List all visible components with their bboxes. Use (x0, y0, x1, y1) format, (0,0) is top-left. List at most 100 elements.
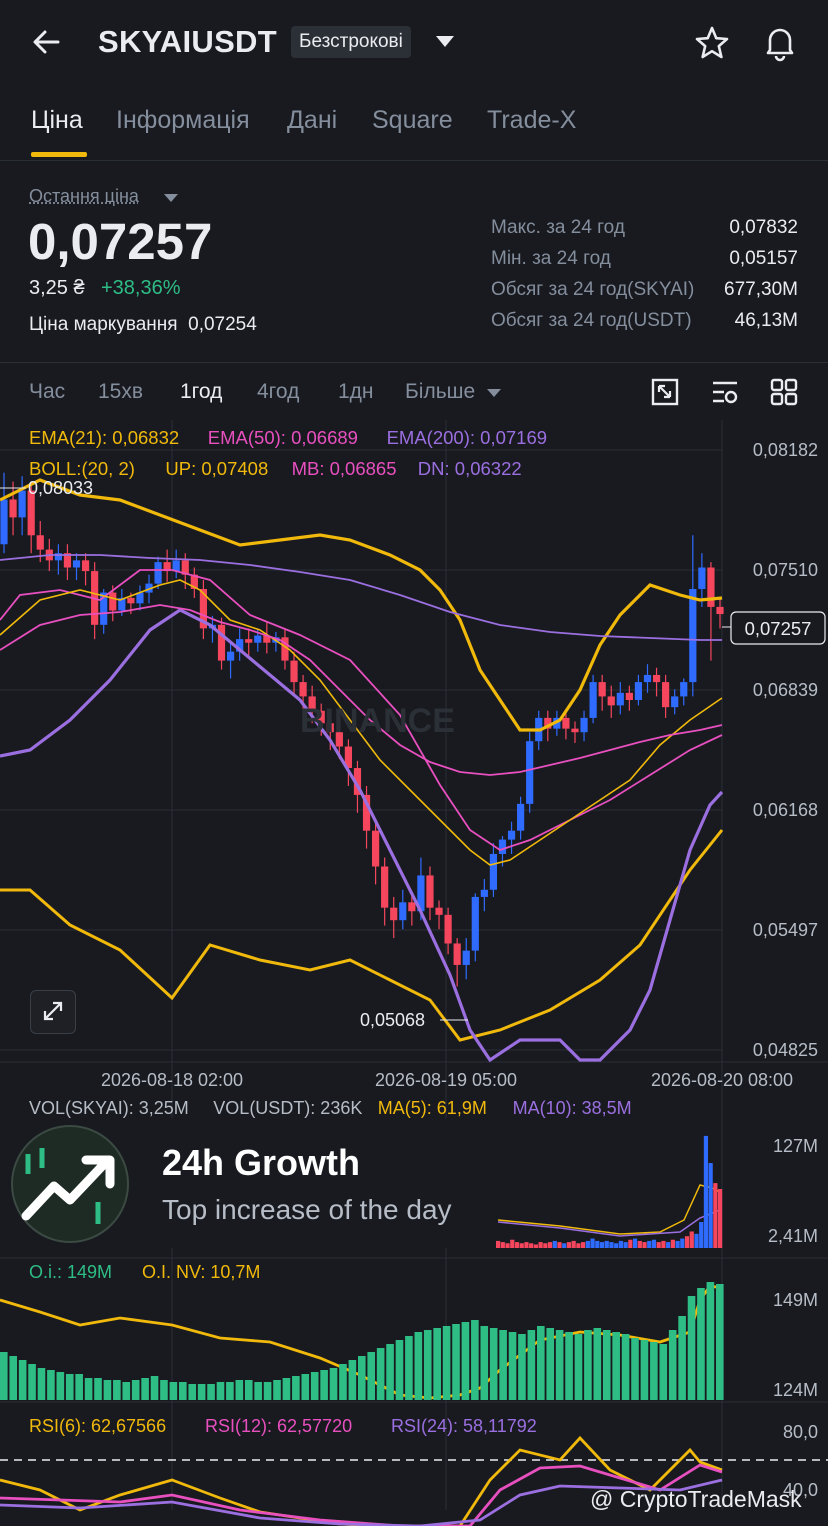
interval-bar: Час 15хв 1год 4год 1дн Більше (0, 362, 828, 421)
y-tick-label: 0,08182 (753, 440, 818, 460)
oi-y-tick: 149M (773, 1290, 818, 1310)
oi-bar (188, 1384, 197, 1400)
last-price-label[interactable]: Остання ціна (29, 186, 139, 207)
oi-bar (160, 1380, 168, 1400)
contract-type-badge[interactable]: Безстрокові (291, 26, 411, 58)
candle-body (245, 639, 253, 643)
high-price-marker: 0,08033 (28, 478, 93, 498)
interval-4h[interactable]: 4год (257, 380, 299, 404)
oi-legend-item: O.I. NV: 10,7M (142, 1262, 260, 1282)
candle-body (616, 692, 624, 706)
chevron-down-icon[interactable] (487, 389, 501, 397)
candle-body (480, 889, 488, 897)
volume-bar (524, 1242, 529, 1248)
oi-bar (442, 1326, 451, 1400)
boll-upper-band (0, 478, 723, 732)
stat-label: Мін. за 24 год (491, 248, 611, 269)
oi-bar (216, 1382, 225, 1400)
candle-body (444, 914, 452, 944)
bell-icon[interactable] (760, 22, 800, 62)
volume-bar (599, 1242, 605, 1248)
interval-1d[interactable]: 1дн (338, 380, 374, 404)
rsi-legend-item: RSI(6): 62,67566 (29, 1416, 166, 1436)
candle-body (643, 674, 652, 683)
interval-more[interactable]: Більше (405, 380, 475, 404)
oi-bar (461, 1322, 470, 1400)
ema-legend-item: EMA(50): 0,06689 (208, 427, 358, 448)
promo-banner[interactable]: 24h Growth Top increase of the day (0, 1118, 494, 1248)
candle-body (127, 597, 135, 604)
oi-bar (179, 1382, 187, 1400)
rsi-legend-item: RSI(24): 58,11792 (391, 1416, 537, 1436)
volume-bar (718, 1189, 723, 1248)
x-tick-label: 2026-08-20 08:00 (651, 1070, 793, 1090)
candle-body (662, 682, 670, 708)
oi-bar (489, 1328, 498, 1400)
chart-settings-icon[interactable] (650, 377, 680, 407)
oi-bar (593, 1328, 602, 1400)
top-bar: SKYAIUSDT Безстрокові (0, 0, 828, 88)
x-tick-label: 2026-08-19 05:00 (375, 1070, 517, 1090)
oi-bar (499, 1330, 507, 1400)
ema-legend-item: EMA(21): 0,06832 (29, 427, 179, 448)
volume-y-tick: 127M (773, 1136, 818, 1156)
tab-trade-x[interactable]: Trade-X (487, 106, 576, 135)
back-arrow-icon[interactable] (28, 22, 68, 62)
star-icon[interactable] (693, 24, 731, 62)
oi-bar (169, 1382, 178, 1400)
fullscreen-button[interactable] (30, 990, 76, 1034)
oi-bar (47, 1370, 55, 1400)
expand-icon (43, 1001, 63, 1021)
candle-body (571, 728, 579, 733)
indicator-icon[interactable] (710, 377, 740, 407)
oi-bar (150, 1376, 159, 1400)
price-chart[interactable]: BINANCE EMA(21): 0,06832 EMA(50): 0,06689 E… (0, 420, 828, 1526)
oi-bar (207, 1384, 215, 1400)
oi-bar (602, 1330, 611, 1400)
y-tick-label: 0,04825 (753, 1040, 818, 1060)
oi-bar (329, 1368, 338, 1400)
price-change-percent: +38,36% (101, 277, 181, 299)
volume-bar (562, 1243, 567, 1248)
tab-square[interactable]: Square (372, 106, 453, 135)
candle-body (36, 535, 44, 550)
interval-15m[interactable]: 15хв (98, 380, 143, 404)
volume-bar (571, 1240, 576, 1248)
oi-bar (141, 1378, 149, 1400)
volume-bar (557, 1242, 562, 1248)
candle-body (109, 592, 117, 611)
candle-body (698, 567, 706, 590)
layout-grid-icon[interactable] (769, 377, 799, 407)
candle-body (81, 560, 90, 572)
oi-bar (687, 1296, 696, 1400)
volume-y-tick: 2,41M (768, 1226, 818, 1246)
oi-bar (254, 1382, 262, 1400)
promo-subtitle: Top increase of the day (162, 1194, 452, 1225)
tab-data[interactable]: Дані (287, 106, 337, 135)
oi-bar (367, 1352, 376, 1400)
y-tick-label: 0,06839 (753, 680, 818, 700)
last-price: 0,07257 (28, 213, 213, 270)
oi-bar (358, 1356, 366, 1400)
candle-body (9, 499, 17, 518)
oi-bar (668, 1330, 677, 1400)
oi-bar (612, 1332, 620, 1400)
x-tick-label: 2026-08-18 02:00 (101, 1070, 243, 1090)
volume-bar (632, 1238, 638, 1248)
tab-price[interactable]: Ціна (31, 106, 83, 135)
caret-down-icon[interactable] (164, 194, 178, 202)
interval-time[interactable]: Час (29, 380, 65, 404)
interval-1h[interactable]: 1год (180, 380, 222, 404)
volume-bar (576, 1243, 581, 1248)
symbol-title[interactable]: SKYAIUSDT (98, 24, 277, 60)
chevron-down-icon[interactable] (436, 36, 454, 47)
oi-bar (471, 1320, 479, 1400)
oi-bar (414, 1332, 423, 1400)
volume-bar (684, 1236, 690, 1248)
tab-info[interactable]: Інформація (116, 106, 250, 135)
volume-bar (590, 1238, 595, 1248)
volume-bar (552, 1240, 557, 1248)
oi-bar (65, 1374, 74, 1400)
volume-bar (656, 1242, 661, 1248)
oi-bar (273, 1380, 281, 1400)
